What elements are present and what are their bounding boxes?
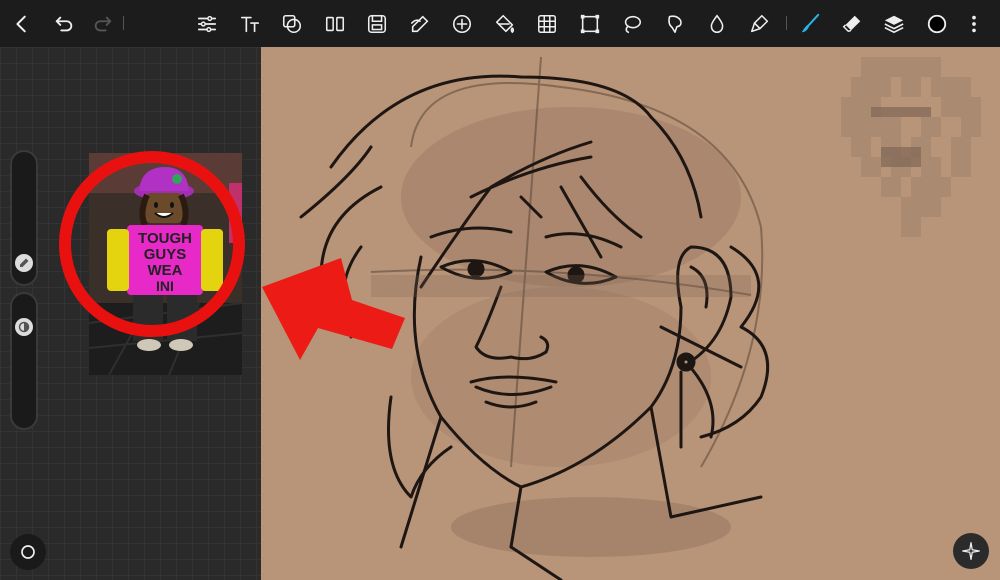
circle-outline-icon	[21, 545, 35, 559]
sparkle-icon	[962, 542, 980, 560]
red-annotation	[59, 151, 405, 360]
modify-button[interactable]	[10, 534, 46, 570]
red-arrow-icon	[262, 258, 405, 360]
highlight-circle	[59, 151, 245, 337]
quickmenu-button[interactable]	[953, 533, 989, 569]
